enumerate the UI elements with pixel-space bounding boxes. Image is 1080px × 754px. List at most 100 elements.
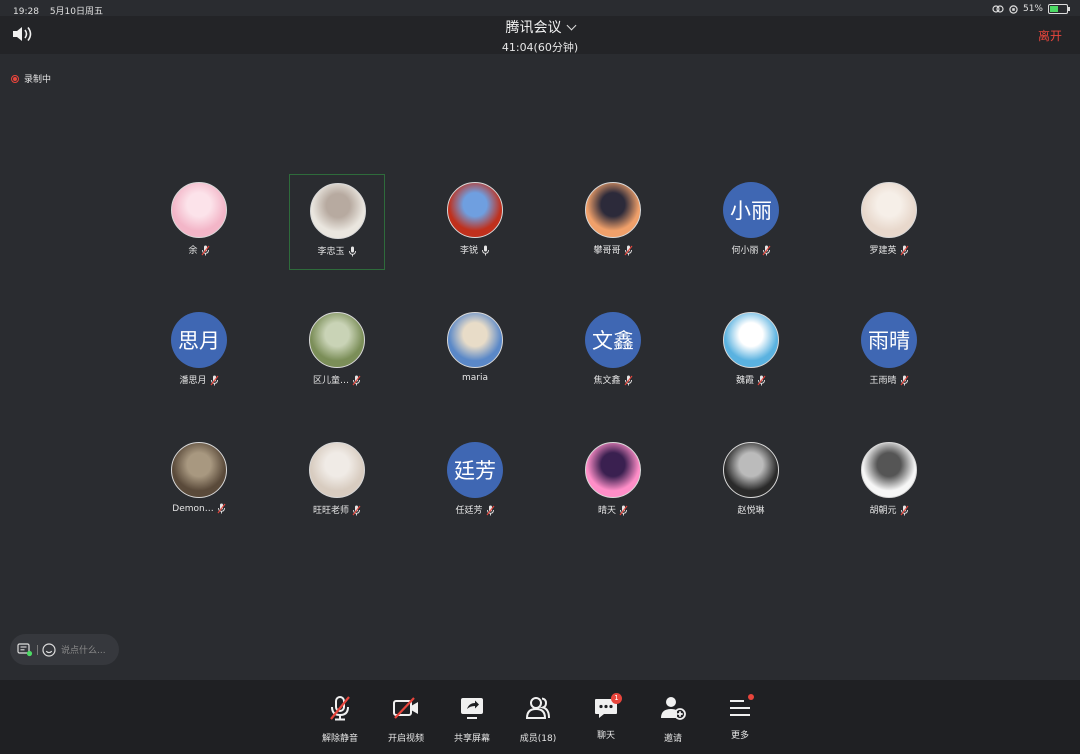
avatar (310, 183, 366, 239)
participant-name: 罗建英 (869, 246, 897, 256)
participant-name: 焦文鑫 (593, 376, 621, 386)
recording-indicator: 录制中 (11, 72, 51, 85)
participant-name: 潘思月 (179, 376, 207, 386)
participant-name: 晴天 (597, 506, 616, 516)
participant-name-row: 攀哥哥 (565, 243, 661, 256)
participant-tile[interactable]: 赵悦琳 (703, 434, 799, 530)
avatar: 文鑫 (585, 312, 641, 368)
participant-name-row: 李忠玉 (290, 244, 384, 257)
avatar: 思月 (171, 312, 227, 368)
avatar (447, 312, 503, 368)
participant-name-row: 任廷芳 (427, 503, 523, 516)
participant-name: 李锐 (459, 246, 478, 256)
meeting-toolbar: 解除静音 开启视频 共享屏幕 成员(18) 1 聊天 邀请 更多 (0, 680, 1080, 754)
participant-tile[interactable]: 思月 潘思月 (151, 304, 247, 400)
participant-tile[interactable]: 旺旺老师 (289, 434, 385, 530)
mic-icon (348, 246, 356, 257)
participant-name: 旺旺老师 (312, 506, 349, 516)
participant-name-row: 焦文鑫 (565, 373, 661, 386)
more-notification-dot (748, 694, 754, 700)
avatar (723, 442, 779, 498)
participant-tile[interactable]: 魏霞 (703, 304, 799, 400)
share-screen-label: 共享屏幕 (453, 734, 490, 744)
leave-button[interactable]: 离开 (1038, 27, 1062, 44)
participant-tile[interactable]: 攀哥哥 (565, 174, 661, 270)
chat-label: 聊天 (596, 731, 615, 741)
avatar-initials: 文鑫 (592, 329, 634, 353)
participant-name: 李忠玉 (317, 247, 345, 257)
avatar (309, 312, 365, 368)
avatar (171, 182, 227, 238)
invite-label: 邀请 (663, 734, 682, 744)
participant-name-row: 赵悦琳 (703, 503, 799, 516)
mic-muted-icon (217, 503, 226, 514)
avatar (585, 182, 641, 238)
participant-tile[interactable]: 区儿童… (289, 304, 385, 400)
chat-button[interactable]: 1 聊天 (576, 693, 636, 741)
avatar (447, 182, 503, 238)
mic-muted-icon (757, 375, 766, 386)
members-icon (525, 697, 550, 719)
participant-tile[interactable]: 廷芳 任廷芳 (427, 434, 523, 530)
avatar-initials: 思月 (178, 329, 220, 353)
unmute-button[interactable]: 解除静音 (310, 694, 370, 744)
camera-off-icon (393, 697, 418, 719)
more-button[interactable]: 更多 (710, 694, 770, 741)
divider (37, 644, 38, 655)
start-video-button[interactable]: 开启视频 (376, 694, 436, 744)
participant-name-row: 晴天 (565, 503, 661, 516)
invite-button[interactable]: 邀请 (643, 694, 703, 744)
participant-tile[interactable]: 小丽 何小丽 (703, 174, 799, 270)
mic-muted-icon (352, 375, 361, 386)
participant-name-row: 旺旺老师 (289, 503, 385, 516)
chat-placeholder: 说点什么... (61, 646, 106, 656)
participant-name: 何小丽 (731, 246, 759, 256)
add-user-icon (661, 697, 686, 720)
more-icon-wrap (726, 694, 754, 722)
mic-muted-icon (900, 505, 908, 516)
mic-muted-icon (762, 245, 770, 256)
participant-name-row: 余 (151, 243, 247, 256)
participant-name-row: 潘思月 (151, 373, 247, 386)
mic-muted-icon (624, 245, 632, 256)
mic-muted-icon (900, 245, 908, 256)
participant-tile[interactable]: maria (427, 304, 523, 400)
participant-tile[interactable]: 罗建英 (841, 174, 937, 270)
meeting-title[interactable]: 腾讯会议 (506, 17, 576, 37)
share-screen-button[interactable]: 共享屏幕 (442, 694, 502, 744)
share-screen-icon (461, 698, 483, 719)
more-label: 更多 (730, 731, 749, 741)
participant-name: Demon… (172, 504, 214, 514)
participant-tile[interactable]: 雨晴 王雨晴 (841, 304, 937, 400)
members-button[interactable]: 成员(18) (508, 694, 568, 744)
record-icon (11, 74, 19, 83)
participant-tile[interactable]: 余 (151, 174, 247, 270)
chat-badge: 1 (611, 693, 622, 704)
meeting-header: 腾讯会议 41:04(60分钟) 离开 (0, 16, 1080, 54)
participant-tile[interactable]: 晴天 (565, 434, 661, 530)
participant-name-row: 王雨晴 (841, 373, 937, 386)
avatar (309, 442, 365, 498)
avatar-initials: 廷芳 (454, 459, 496, 483)
danmaku-toggle-icon[interactable] (17, 642, 33, 657)
participant-name: 赵悦琳 (737, 506, 765, 516)
participant-tile[interactable]: 李忠玉 (289, 174, 385, 270)
battery-icon (1048, 4, 1070, 14)
participant-tile[interactable]: 文鑫 焦文鑫 (565, 304, 661, 400)
avatar-initials: 雨晴 (868, 329, 910, 353)
emoji-icon[interactable] (42, 642, 56, 657)
mic-muted-icon (486, 505, 494, 516)
avatar: 廷芳 (447, 442, 503, 498)
chat-input-bar[interactable]: 说点什么... (10, 634, 119, 665)
participant-name-row: 区儿童… (289, 373, 385, 386)
start-video-label: 开启视频 (387, 734, 424, 744)
meeting-timer: 41:04(60分钟) (501, 41, 579, 54)
participant-tile[interactable]: 胡朝元 (841, 434, 937, 530)
participant-tile[interactable]: 李锐 (427, 174, 523, 270)
participant-name-row: 魏霞 (703, 373, 799, 386)
recording-label: 录制中 (24, 75, 52, 85)
mic-muted-icon (619, 505, 628, 516)
mic-muted-icon (900, 375, 908, 386)
mic-muted-icon (624, 375, 632, 386)
participant-tile[interactable]: Demon… (151, 434, 247, 530)
